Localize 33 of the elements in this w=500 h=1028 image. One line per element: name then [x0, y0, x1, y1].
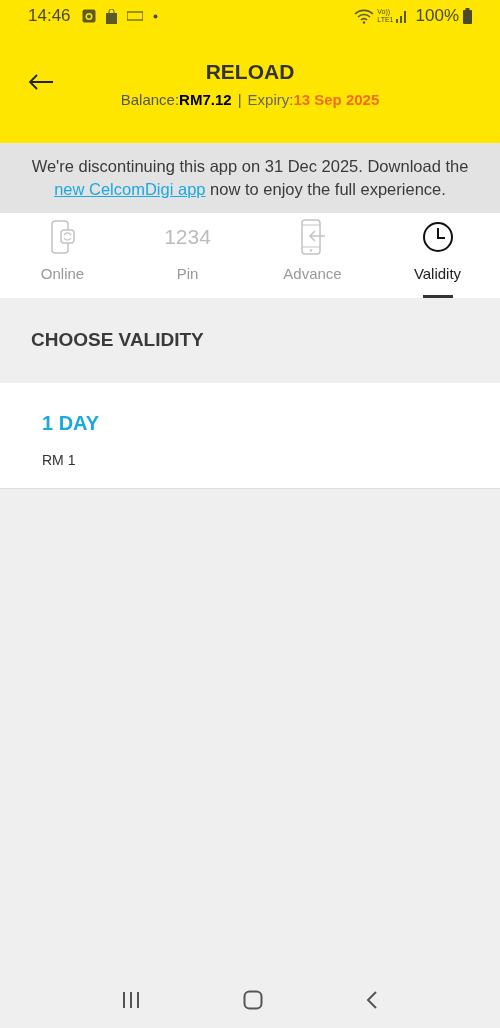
tab[interactable]: 1234 Pin — [125, 213, 250, 298]
expiry-date: 13 Sep 2025 — [293, 90, 380, 110]
home-icon[interactable] — [243, 990, 263, 1010]
status-time: 14:46 — [28, 5, 71, 28]
back-arrow-icon — [28, 74, 54, 90]
section-title: CHOOSE VALIDITY — [31, 328, 204, 353]
page-title: RELOAD — [205, 58, 295, 85]
phone-refresh-icon — [49, 219, 76, 254]
tab[interactable]: Validity — [375, 213, 500, 298]
shopping-bag-icon — [104, 8, 118, 24]
balance-value: RM7.12 — [179, 90, 232, 110]
app-icon — [126, 11, 143, 21]
clock-icon — [421, 220, 454, 253]
notice-text: We're discontinuing this app on 31 Dec 2025. Download the new CelcomDigi app now to enjoy the full experience. — [30, 156, 470, 200]
phone-arrow-icon — [299, 218, 326, 255]
validity-option[interactable]: 1 DAY RM 1 — [0, 383, 500, 489]
app-link[interactable]: new CelcomDigi app — [54, 180, 206, 198]
signal-icon — [395, 9, 408, 23]
gallery-icon — [81, 9, 96, 23]
tab[interactable]: Advance — [250, 213, 375, 298]
expiry-label: Expiry: — [247, 90, 294, 110]
battery-icon — [463, 8, 472, 24]
tab[interactable]: Online — [0, 213, 125, 298]
battery-level: 100% — [415, 5, 459, 28]
back-nav-icon[interactable] — [365, 990, 379, 1010]
wifi-icon — [354, 8, 375, 24]
separator: | — [237, 90, 242, 110]
pin-digits: 1234 — [164, 223, 211, 250]
dot-icon — [152, 13, 158, 19]
option-title: 1 DAY — [42, 411, 100, 436]
balance-label: Balance: — [120, 90, 180, 110]
option-price: RM 1 — [42, 451, 76, 470]
recent-apps-icon[interactable] — [121, 991, 141, 1009]
